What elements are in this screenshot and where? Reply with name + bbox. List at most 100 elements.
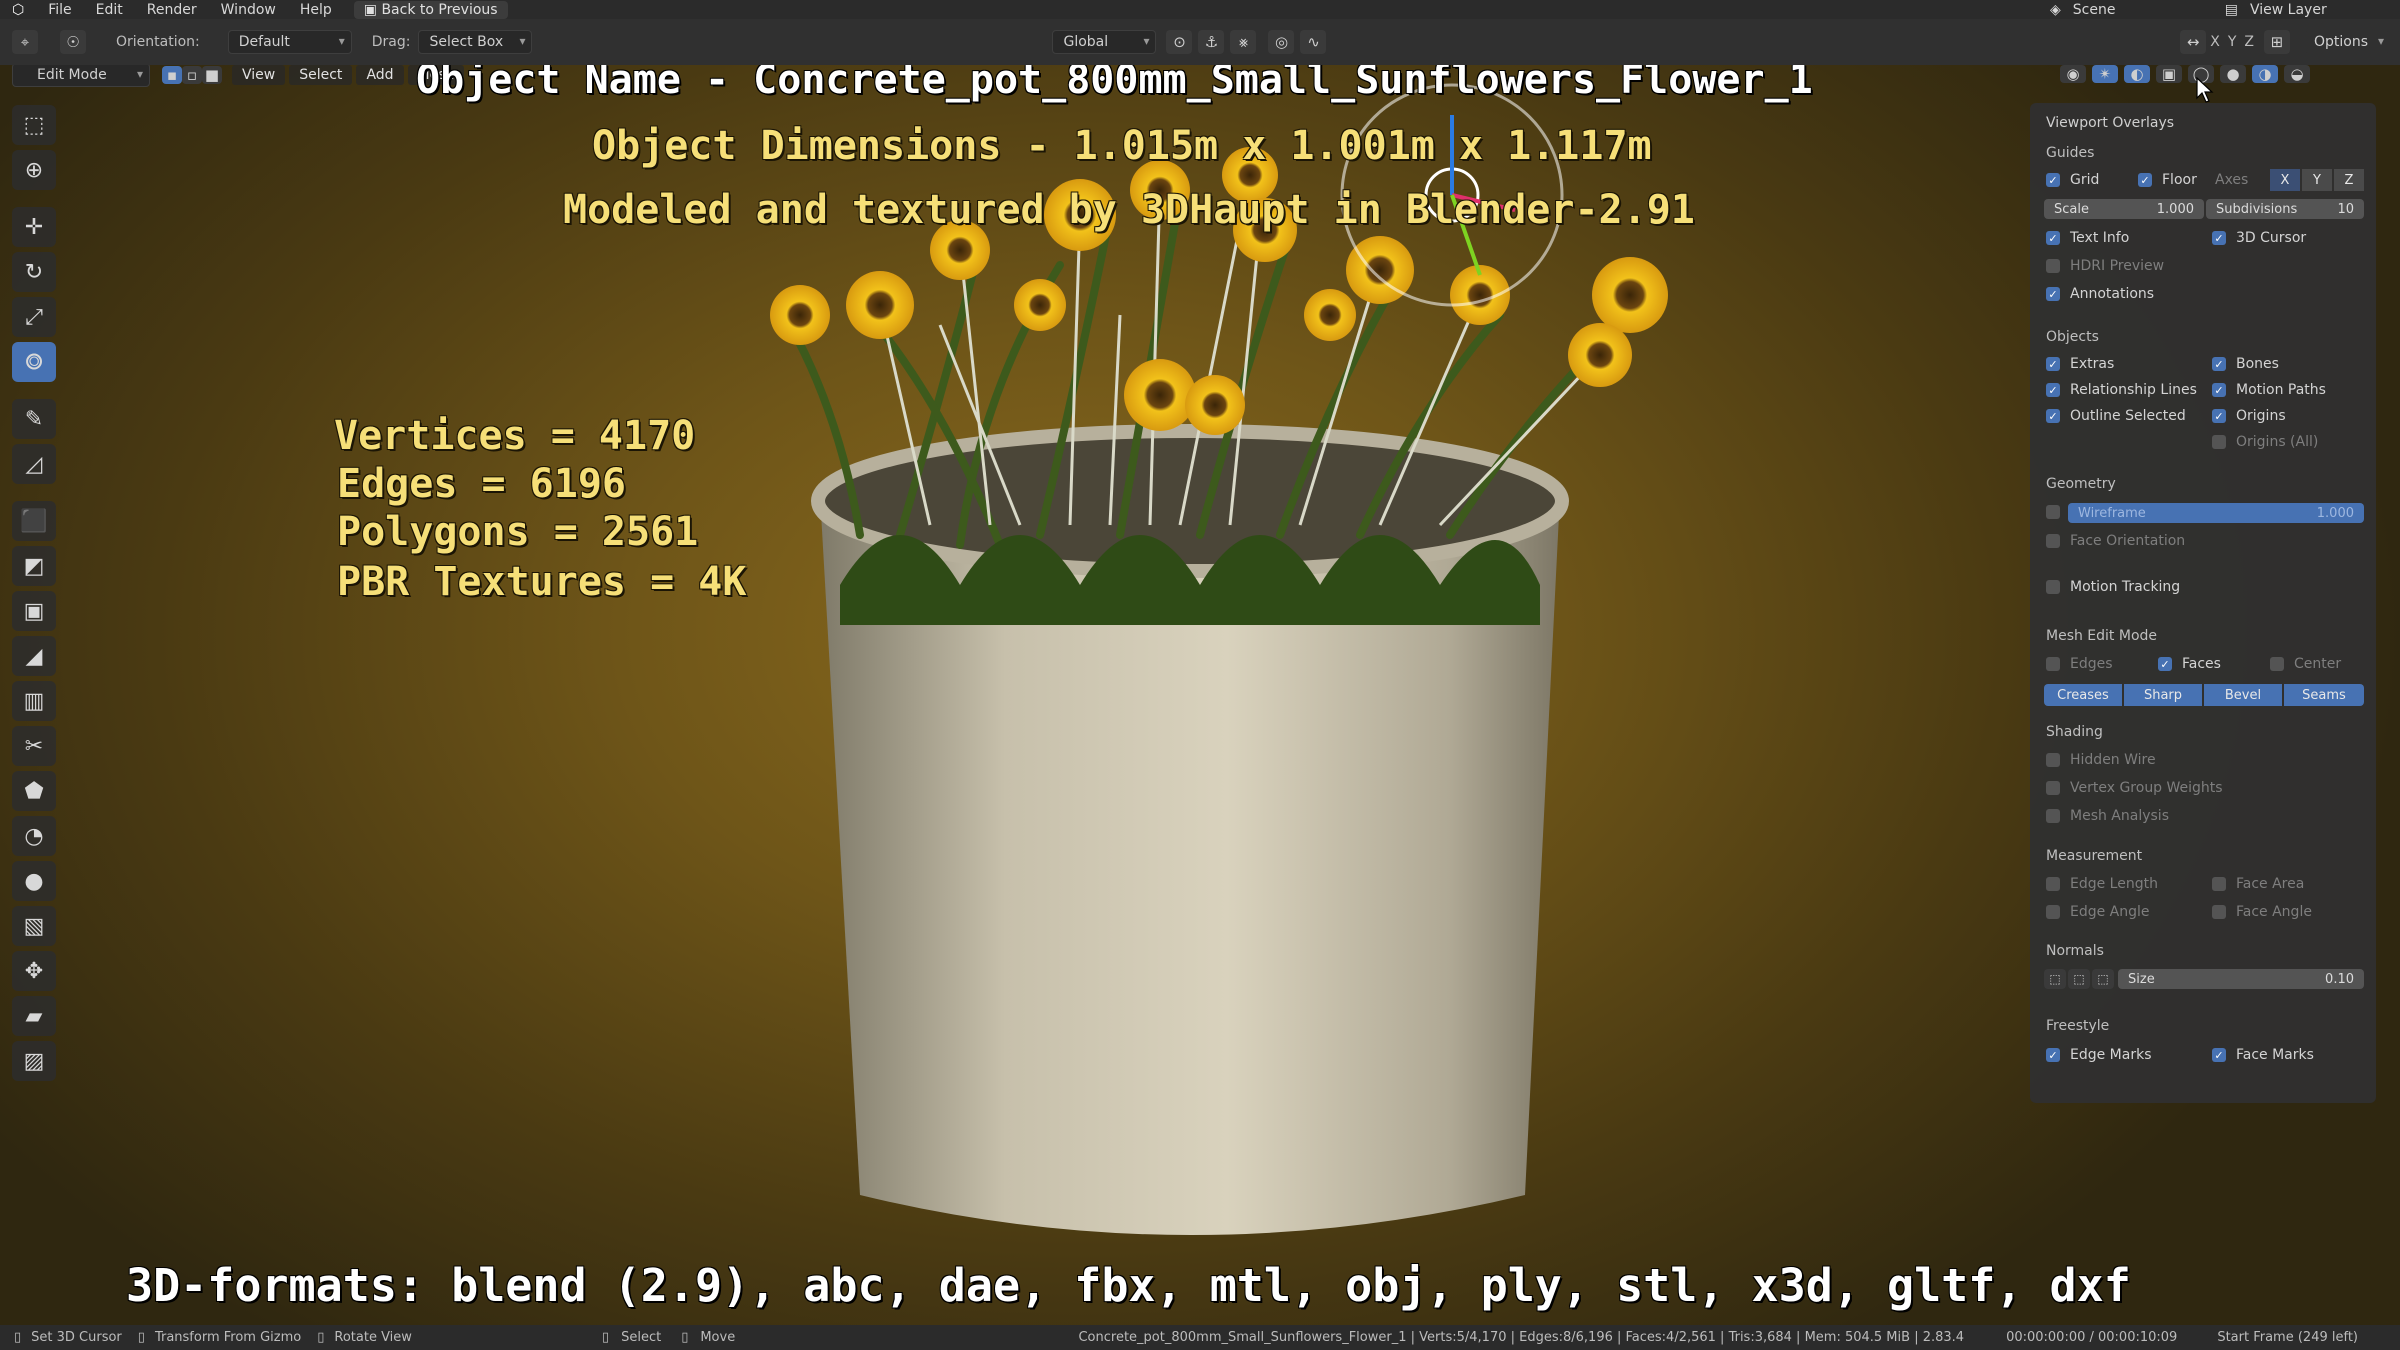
extras-checkbox[interactable]: ✓ Extras — [2046, 356, 2114, 372]
rotate-icon[interactable]: ↻ — [12, 252, 56, 292]
hdri-preview-checkbox[interactable]: HDRI Preview — [2046, 258, 2164, 274]
poly-build-icon[interactable]: ⬟ — [12, 771, 56, 811]
scene-icon[interactable]: ◈ — [2038, 2, 2073, 18]
cursor-icon[interactable]: ⊕ — [12, 150, 56, 190]
loop-cut-icon[interactable]: ▥ — [12, 681, 56, 721]
motion-paths-checkbox[interactable]: ✓ Motion Paths — [2212, 382, 2326, 398]
grid-checkbox[interactable]: ✓ Grid — [2046, 172, 2099, 188]
menu-edit[interactable]: Edit — [84, 2, 135, 18]
menu-render[interactable]: Render — [135, 2, 209, 18]
measure-icon[interactable]: ◿ — [12, 444, 56, 484]
annotate-icon[interactable]: ✎ — [12, 399, 56, 439]
mesh-center-checkbox[interactable]: Center — [2270, 656, 2341, 672]
bones-checkbox[interactable]: ✓ Bones — [2212, 356, 2279, 372]
viewport-menu-add[interactable]: Add — [356, 65, 404, 85]
annotations-checkbox[interactable]: ✓ Annotations — [2046, 286, 2154, 302]
origins-checkbox[interactable]: ✓ Origins — [2212, 408, 2286, 424]
edge-length-checkbox[interactable]: Edge Length — [2046, 876, 2158, 892]
wireframe-slider[interactable]: Wireframe 1.000 — [2068, 503, 2364, 523]
face-normals-icon[interactable]: ⬚ — [2092, 969, 2114, 989]
snap-icon[interactable]: ⚓ — [1198, 30, 1225, 54]
view-layer-field[interactable]: View Layer — [2250, 2, 2400, 18]
axis-z-toggle[interactable]: Z — [2334, 169, 2364, 191]
rendered-shading-icon[interactable]: ◒ — [2284, 65, 2310, 83]
mirror-y-toggle[interactable]: Y — [2228, 34, 2237, 50]
outline-selected-checkbox[interactable]: ✓ Outline Selected — [2046, 408, 2186, 424]
bevel-icon[interactable]: ◢ — [12, 636, 56, 676]
vertex-group-weights-checkbox[interactable]: Vertex Group Weights — [2046, 780, 2223, 796]
spin-icon[interactable]: ◔ — [12, 816, 56, 856]
auto-merge-icon[interactable]: ⊞ — [2263, 30, 2290, 54]
rip-icon[interactable]: ▨ — [12, 1041, 56, 1081]
transform-icon[interactable]: ⭗ — [12, 342, 56, 382]
material-shading-icon[interactable]: ◑ — [2252, 65, 2278, 83]
active-tool-icon[interactable]: ☉ — [60, 30, 86, 54]
menu-window[interactable]: Window — [209, 2, 288, 18]
edge-marks-checkbox[interactable]: ✓ Edge Marks — [2046, 1047, 2152, 1063]
gizmo-icon[interactable]: ✴ — [2092, 65, 2118, 83]
grid-scale-field[interactable]: Scale 1.000 — [2044, 199, 2204, 219]
select-box-icon[interactable]: ⬚ — [12, 105, 56, 145]
shear-icon[interactable]: ▰ — [12, 996, 56, 1036]
editor-type-icon[interactable]: ⌖ — [12, 30, 38, 54]
add-cube-icon[interactable]: ⬛ — [12, 501, 56, 541]
drag-dropdown[interactable]: Select Box — [418, 30, 533, 54]
pivot-icon[interactable]: ⊙ — [1166, 30, 1193, 54]
mesh-analysis-checkbox[interactable]: Mesh Analysis — [2046, 808, 2169, 824]
scale-icon[interactable]: ⤢ — [12, 297, 56, 337]
face-angle-checkbox[interactable]: Face Angle — [2212, 904, 2312, 920]
menu-help[interactable]: Help — [288, 2, 344, 18]
edge-angle-checkbox[interactable]: Edge Angle — [2046, 904, 2150, 920]
vertex-select-icon[interactable]: ▪ — [162, 66, 182, 84]
grid-subdivisions-field[interactable]: Subdivisions 10 — [2206, 199, 2364, 219]
origins-all-checkbox[interactable]: Origins (All) — [2212, 434, 2318, 450]
blender-logo-icon[interactable]: ⬡ — [0, 2, 36, 18]
edge-slide-icon[interactable]: ▧ — [12, 906, 56, 946]
extrude-icon[interactable]: ◩ — [12, 546, 56, 586]
3d-viewport[interactable]: Edit Mode ▪ ▫ ■ View Select Add Mesh ◉ ✴… — [0, 65, 2400, 1325]
mesh-faces-checkbox[interactable]: ✓ Faces — [2158, 656, 2221, 672]
split-normals-icon[interactable]: ⬚ — [2068, 969, 2090, 989]
axis-x-toggle[interactable]: X — [2270, 169, 2300, 191]
normals-size-field[interactable]: Size 0.10 — [2118, 969, 2364, 989]
snap-increment-icon[interactable]: ⨳ — [1230, 30, 1257, 54]
sharp-toggle[interactable]: Sharp — [2124, 684, 2202, 706]
view-layer-icon[interactable]: ▤ — [2213, 2, 2250, 18]
orientation-dropdown[interactable]: Default — [227, 30, 352, 54]
wireframe-checkbox[interactable] — [2046, 505, 2070, 519]
shrink-fatten-icon[interactable]: ✥ — [12, 951, 56, 991]
viewport-menu-view[interactable]: View — [232, 65, 286, 85]
floor-checkbox[interactable]: ✓ Floor — [2138, 172, 2197, 188]
solid-shading-icon[interactable]: ● — [2220, 65, 2246, 83]
falloff-icon[interactable]: ∿ — [1300, 30, 1327, 54]
scene-field[interactable]: Scene — [2073, 2, 2213, 18]
knife-icon[interactable]: ✂ — [12, 726, 56, 766]
mirror-x-toggle[interactable]: X — [2210, 34, 2220, 50]
move-icon[interactable]: ✛ — [12, 207, 56, 247]
face-marks-checkbox[interactable]: ✓ Face Marks — [2212, 1047, 2314, 1063]
edge-select-icon[interactable]: ▫ — [182, 66, 202, 84]
visibility-icon[interactable]: ◉ — [2060, 65, 2086, 83]
face-select-icon[interactable]: ■ — [202, 66, 222, 84]
mesh-edges-checkbox[interactable]: Edges — [2046, 656, 2113, 672]
menu-file[interactable]: File — [36, 2, 83, 18]
face-orientation-checkbox[interactable]: Face Orientation — [2046, 533, 2185, 549]
3d-cursor-checkbox[interactable]: ✓ 3D Cursor — [2212, 230, 2306, 246]
axis-y-toggle[interactable]: Y — [2302, 169, 2332, 191]
creases-toggle[interactable]: Creases — [2044, 684, 2122, 706]
overlays-icon[interactable]: ◐ — [2124, 65, 2150, 83]
hidden-wire-checkbox[interactable]: Hidden Wire — [2046, 752, 2156, 768]
mode-dropdown[interactable]: Edit Mode — [12, 65, 150, 87]
vertex-normals-icon[interactable]: ⬚ — [2044, 969, 2066, 989]
motion-tracking-checkbox[interactable]: Motion Tracking — [2046, 579, 2180, 595]
smooth-icon[interactable]: ● — [12, 861, 56, 901]
mirror-z-toggle[interactable]: Z — [2244, 34, 2254, 50]
text-info-checkbox[interactable]: ✓ Text Info — [2046, 230, 2129, 246]
proportional-edit-icon[interactable]: ◎ — [1268, 30, 1295, 54]
seams-toggle[interactable]: Seams — [2284, 684, 2364, 706]
options-dropdown[interactable]: Options — [2303, 31, 2390, 53]
face-area-checkbox[interactable]: Face Area — [2212, 876, 2304, 892]
inset-icon[interactable]: ▣ — [12, 591, 56, 631]
xray-icon[interactable]: ▣ — [2156, 65, 2182, 83]
mirror-icon[interactable]: ↔ — [2180, 30, 2207, 54]
